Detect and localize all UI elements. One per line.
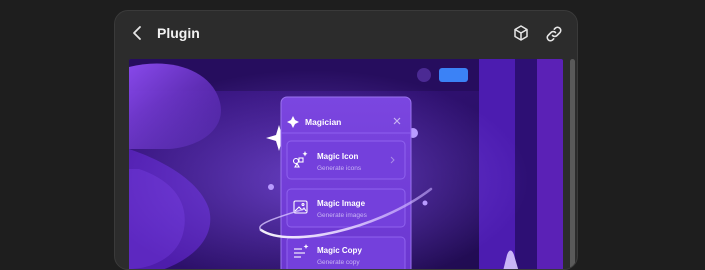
magic-copy-subtitle: Generate copy (317, 259, 360, 266)
plugin-panel: Plugin (114, 10, 578, 270)
magic-image-subtitle: Generate images (317, 212, 368, 219)
magic-image-label: Magic Image (317, 199, 366, 208)
magician-panel: Magician Magic Icon Generate icons (281, 97, 411, 270)
magic-icon-subtitle: Generate icons (317, 165, 362, 172)
package-icon[interactable] (509, 22, 533, 46)
link-icon[interactable] (542, 22, 566, 46)
page-title: Plugin (157, 25, 200, 41)
scrollbar[interactable] (570, 59, 575, 269)
magic-copy-label: Magic Copy (317, 246, 362, 255)
magic-icon-item: Magic Icon Generate icons (287, 141, 405, 179)
magic-icon-label: Magic Icon (317, 152, 358, 161)
magician-title: Magician (305, 117, 341, 127)
magic-image-item: Magic Image Generate images (287, 189, 405, 227)
chevron-left-icon[interactable] (129, 24, 147, 42)
magic-copy-item: Magic Copy Generate copy (287, 237, 405, 270)
plugin-preview-image: Magician Magic Icon Generate icons (129, 59, 563, 270)
panel-header: Plugin (115, 11, 577, 57)
